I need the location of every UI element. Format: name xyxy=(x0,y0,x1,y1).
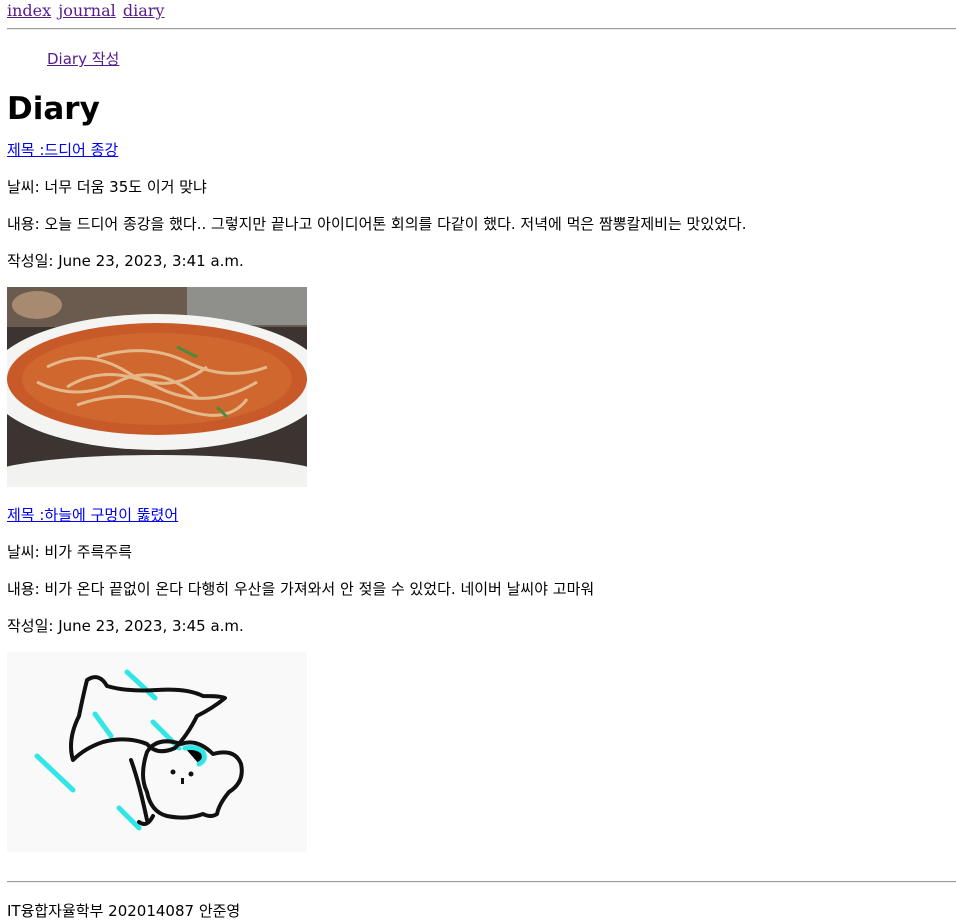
entry-date: 작성일: June 23, 2023, 3:41 a.m. xyxy=(7,252,244,270)
diary-write-link[interactable]: Diary 작성 xyxy=(47,50,119,68)
header-divider xyxy=(7,28,956,30)
footer-text: IT융합자율학부 202014087 안준영 xyxy=(7,902,241,920)
noodle-soup-image xyxy=(7,287,307,487)
diary-entry: 제목 :드디어 종강 날씨: 너무 더움 35도 이거 맞냐 내용: 오늘 드디… xyxy=(7,139,956,487)
entry-title: 제목 :드디어 종강 xyxy=(7,139,956,161)
entry-photo-noodle-soup xyxy=(7,287,307,487)
entry-date: 작성일: June 23, 2023, 3:45 a.m. xyxy=(7,617,244,635)
entry-title-link[interactable]: 제목 :하늘에 구멍이 뚫렸어 xyxy=(7,506,178,524)
entry-title-link[interactable]: 제목 :드디어 종강 xyxy=(7,141,118,159)
entry-weather: 날씨: 너무 더움 35도 이거 맞냐 xyxy=(7,178,207,196)
top-nav: index journal diary xyxy=(7,0,956,22)
entry-title: 제목 :하늘에 구멍이 뚫렸어 xyxy=(7,504,956,526)
entry-weather: 날씨: 비가 주륵주륵 xyxy=(7,543,132,561)
rain-character-drawing xyxy=(7,652,307,852)
page-title: Diary xyxy=(7,91,100,127)
diary-entry: 제목 :하늘에 구멍이 뚫렸어 날씨: 비가 주륵주륵 내용: 비가 온다 끝없… xyxy=(7,504,956,852)
entry-content: 내용: 오늘 드디어 종강을 했다.. 그렇지만 끝나고 아이디어톤 회의를 다… xyxy=(7,215,747,233)
entry-content: 내용: 비가 온다 끝없이 온다 다행히 우산을 가져와서 안 젖을 수 있었다… xyxy=(7,580,595,598)
nav-link-diary[interactable]: diary xyxy=(123,1,165,20)
nav-link-index[interactable]: index xyxy=(7,1,51,20)
sub-nav: Diary 작성 xyxy=(47,49,956,69)
entry-drawing-rain-character xyxy=(7,652,307,852)
page: index journal diary Diary 작성 Diary 제목 :드… xyxy=(0,0,956,852)
footer-divider xyxy=(7,881,956,883)
nav-link-journal[interactable]: journal xyxy=(58,1,116,20)
